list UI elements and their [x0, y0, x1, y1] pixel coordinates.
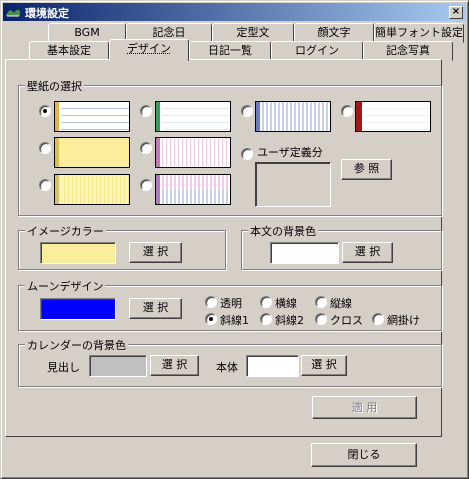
- moon-radio-hatch[interactable]: [372, 313, 384, 325]
- body-bg-label: 本文の背景色: [248, 223, 318, 239]
- tab-design[interactable]: デザイン: [109, 39, 189, 61]
- calendar-heading-label: 見出し: [47, 361, 80, 374]
- wallpaper-thumb-5: [54, 137, 130, 168]
- app-icon: [6, 9, 20, 17]
- wallpaper-radio-6[interactable]: [140, 142, 152, 154]
- moon-option-diagonal2: 斜線2: [275, 314, 304, 327]
- moon-design-group: ムーンデザイン 選 択 透明 横線 縦線 斜線1 斜線2 クロス 網掛け: [18, 278, 442, 331]
- calendar-body-label: 本体: [216, 361, 238, 374]
- wallpaper-radio-3[interactable]: [241, 105, 253, 117]
- moon-option-transparent: 透明: [220, 297, 242, 310]
- wallpaper-group: 壁紙の選択 ユーザ定義分 参 照: [18, 78, 442, 216]
- wallpaper-radio-2[interactable]: [140, 105, 152, 117]
- tab-emoticon[interactable]: 顔文字: [294, 23, 374, 43]
- wallpaper-group-label: 壁紙の選択: [25, 78, 84, 94]
- calendar-bg-group: カレンダーの背景色 見出し 選 択 本体 選 択: [18, 337, 442, 387]
- body-bg-select-button[interactable]: 選 択: [342, 242, 393, 263]
- close-icon[interactable]: ×: [449, 6, 463, 19]
- body-bg-group: 本文の背景色 選 択: [241, 223, 442, 270]
- wallpaper-thumb-7: [54, 174, 130, 205]
- calendar-body-swatch: [246, 355, 299, 377]
- moon-radio-horizontal[interactable]: [260, 296, 272, 308]
- wallpaper-radio-1[interactable]: [39, 105, 51, 117]
- image-color-select-button[interactable]: 選 択: [129, 242, 182, 263]
- wallpaper-radio-5[interactable]: [39, 142, 51, 154]
- moon-option-vertical: 縦線: [330, 297, 352, 310]
- moon-design-label: ムーンデザイン: [25, 278, 106, 294]
- calendar-body-select-button[interactable]: 選 択: [301, 355, 347, 376]
- moon-option-horizontal: 横線: [275, 297, 297, 310]
- close-dialog-button[interactable]: 閉じる: [311, 443, 417, 467]
- browse-button[interactable]: 参 照: [341, 159, 392, 180]
- image-color-group: イメージカラー 選 択: [18, 223, 226, 270]
- wallpaper-radio-4[interactable]: [341, 105, 353, 117]
- wallpaper-thumb-8: [155, 174, 231, 205]
- calendar-bg-label: カレンダーの背景色: [25, 337, 128, 353]
- wallpaper-thumb-4: [355, 101, 431, 132]
- moon-select-button[interactable]: 選 択: [129, 298, 182, 319]
- title-bar[interactable]: 環境設定 ×: [3, 3, 466, 21]
- wallpaper-thumb-2: [155, 101, 231, 132]
- calendar-heading-select-button[interactable]: 選 択: [150, 355, 199, 376]
- wallpaper-radio-7[interactable]: [39, 179, 51, 191]
- tab-login[interactable]: ログイン: [271, 41, 363, 61]
- tab-memorial-photo[interactable]: 記念写真: [363, 41, 453, 61]
- moon-color-swatch: [40, 298, 116, 320]
- tab-template[interactable]: 定型文: [212, 23, 294, 43]
- user-defined-label: ユーザ定義分: [257, 146, 323, 159]
- wallpaper-thumb-1: [54, 101, 130, 132]
- image-color-swatch: [40, 242, 116, 264]
- wallpaper-thumb-6: [155, 137, 231, 168]
- tab-easy-font[interactable]: 簡単フォント設定: [374, 23, 464, 43]
- apply-button[interactable]: 適 用: [312, 396, 417, 419]
- image-color-label: イメージカラー: [25, 223, 106, 239]
- moon-radio-transparent[interactable]: [205, 296, 217, 308]
- tab-basic-settings[interactable]: 基本設定: [29, 41, 109, 61]
- window-title: 環境設定: [25, 7, 69, 20]
- moon-option-diagonal1: 斜線1: [220, 314, 249, 327]
- wallpaper-thumb-3: [255, 101, 331, 132]
- moon-radio-diagonal2[interactable]: [260, 313, 272, 325]
- wallpaper-radio-8[interactable]: [140, 179, 152, 191]
- calendar-heading-swatch: [89, 355, 147, 377]
- moon-radio-vertical[interactable]: [315, 296, 327, 308]
- design-panel: 壁紙の選択 ユーザ定義分 参 照 イメージカラー 選 択 本文の背景色 選 択 …: [5, 59, 442, 437]
- user-defined-preview: [255, 162, 331, 207]
- moon-radio-diagonal1[interactable]: [205, 313, 217, 325]
- moon-option-hatch: 網掛け: [387, 314, 420, 327]
- settings-window: 環境設定 × BGM 記念日 定型文 顔文字 簡単フォント設定 基本設定 デザイ…: [0, 0, 469, 479]
- moon-radio-cross[interactable]: [315, 313, 327, 325]
- moon-option-cross: クロス: [330, 314, 363, 327]
- body-bg-swatch: [270, 242, 339, 264]
- tab-diary-list[interactable]: 日記一覧: [189, 41, 271, 61]
- wallpaper-radio-user[interactable]: [241, 148, 253, 160]
